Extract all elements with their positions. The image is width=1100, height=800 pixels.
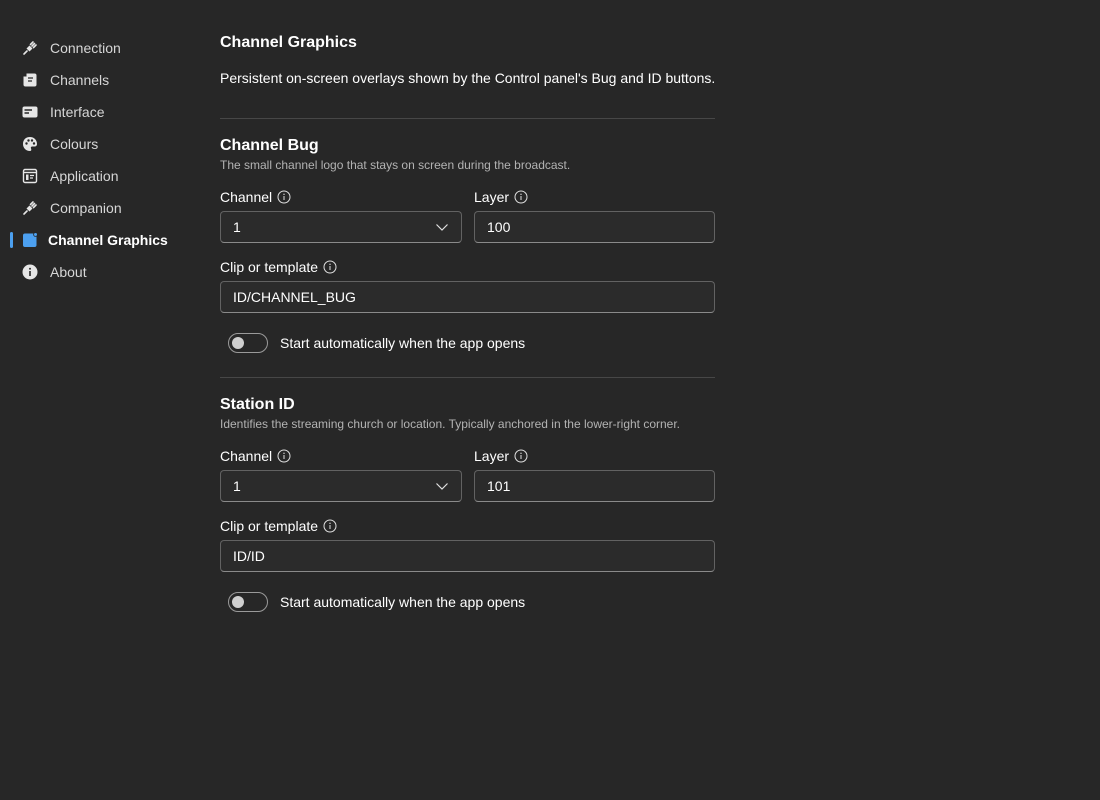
- sidebar-item-application[interactable]: Application: [0, 160, 190, 192]
- station-clip-input[interactable]: ID/ID: [220, 540, 715, 572]
- bug-clip-label: Clip or template: [220, 259, 337, 275]
- page-title: Channel Graphics: [220, 34, 357, 51]
- bug-channel-select[interactable]: 1: [220, 211, 462, 243]
- section-description-channel-bug: The small channel logo that stays on scr…: [220, 158, 571, 172]
- plug-icon: [22, 40, 38, 56]
- channel-graphics-icon: [22, 232, 38, 248]
- station-layer-label: Layer: [474, 448, 528, 464]
- info-icon[interactable]: [323, 519, 337, 533]
- sidebar-item-label: Channel Graphics: [48, 232, 168, 248]
- application-icon: [22, 168, 38, 184]
- section-description-station-id: Identifies the streaming church or locat…: [220, 417, 681, 431]
- bug-clip-input[interactable]: ID/CHANNEL_BUG: [220, 281, 715, 313]
- sidebar-item-label: Companion: [50, 200, 122, 216]
- field-label-text: Channel: [220, 189, 273, 205]
- bug-layer-input[interactable]: 100: [474, 211, 715, 243]
- input-value: 100: [487, 219, 511, 235]
- sidebar-item-label: Interface: [50, 104, 105, 120]
- station-channel-label: Channel: [220, 448, 291, 464]
- station-autostart-row: Start automatically when the app opens: [228, 592, 525, 612]
- sidebar-item-connection[interactable]: Connection: [0, 32, 190, 64]
- info-icon[interactable]: [514, 190, 528, 204]
- bug-layer-label: Layer: [474, 189, 528, 205]
- input-value: ID/ID: [233, 548, 265, 564]
- sidebar-item-companion[interactable]: Companion: [0, 192, 190, 224]
- section-divider: [220, 377, 715, 378]
- channels-icon: [22, 72, 38, 88]
- field-label-text: Channel: [220, 448, 273, 464]
- section-title-station-id: Station ID: [220, 396, 295, 413]
- field-label-text: Clip or template: [220, 518, 319, 534]
- info-icon[interactable]: [277, 449, 291, 463]
- field-label-text: Layer: [474, 448, 510, 464]
- toggle-label: Start automatically when the app opens: [280, 594, 526, 610]
- info-icon[interactable]: [514, 449, 528, 463]
- input-value: 101: [487, 478, 511, 494]
- palette-icon: [22, 136, 38, 152]
- page-description: Persistent on-screen overlays shown by t…: [220, 70, 716, 86]
- interface-icon: [22, 104, 38, 120]
- sidebar-item-label: Application: [50, 168, 119, 184]
- settings-window: Connection Channels Interface Colours Ap…: [0, 0, 1100, 800]
- field-label-text: Layer: [474, 189, 510, 205]
- plug-icon: [22, 200, 38, 216]
- station-layer-input[interactable]: 101: [474, 470, 715, 502]
- section-divider: [220, 118, 715, 119]
- sidebar-item-label: Colours: [50, 136, 99, 152]
- sidebar-item-channels[interactable]: Channels: [0, 64, 190, 96]
- toggle-knob: [232, 596, 244, 608]
- section-title-channel-bug: Channel Bug: [220, 137, 319, 154]
- station-clip-label: Clip or template: [220, 518, 337, 534]
- sidebar-item-interface[interactable]: Interface: [0, 96, 190, 128]
- select-value: 1: [233, 478, 241, 494]
- info-icon[interactable]: [277, 190, 291, 204]
- chevron-down-icon: [435, 479, 449, 493]
- sidebar-item-about[interactable]: About: [0, 256, 190, 288]
- field-label-text: Clip or template: [220, 259, 319, 275]
- sidebar-item-colours[interactable]: Colours: [0, 128, 190, 160]
- chevron-down-icon: [435, 220, 449, 234]
- info-circle-icon: [22, 264, 38, 280]
- toggle-label: Start automatically when the app opens: [280, 335, 526, 351]
- sidebar-item-label: About: [50, 264, 87, 280]
- station-autostart-toggle[interactable]: [228, 592, 268, 612]
- bug-autostart-row: Start automatically when the app opens: [228, 333, 525, 353]
- sidebar-item-channel-graphics[interactable]: Channel Graphics: [0, 224, 190, 256]
- station-channel-select[interactable]: 1: [220, 470, 462, 502]
- info-icon[interactable]: [323, 260, 337, 274]
- bug-channel-label: Channel: [220, 189, 291, 205]
- input-value: ID/CHANNEL_BUG: [233, 289, 356, 305]
- bug-autostart-toggle[interactable]: [228, 333, 268, 353]
- toggle-knob: [232, 337, 244, 349]
- sidebar-item-label: Channels: [50, 72, 110, 88]
- sidebar-item-label: Connection: [50, 40, 121, 56]
- sidebar: Connection Channels Interface Colours Ap…: [0, 32, 190, 288]
- select-value: 1: [233, 219, 241, 235]
